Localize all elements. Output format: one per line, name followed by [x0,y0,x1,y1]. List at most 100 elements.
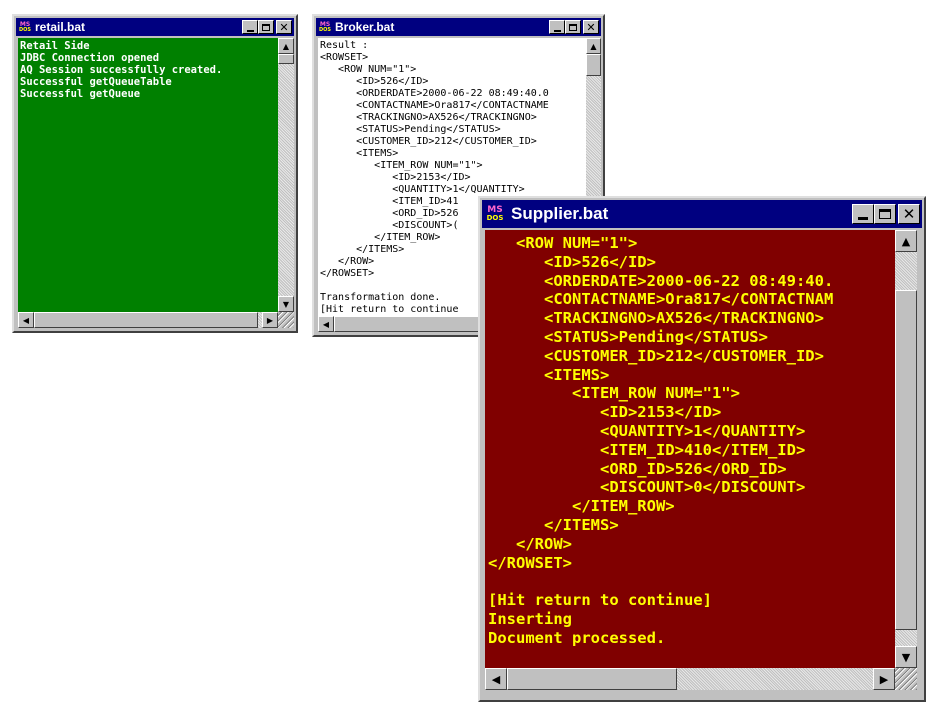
console-line: <ORDERDATE>2000-06-22 08:49:40.0 [320,88,549,99]
scroll-thumb[interactable] [34,312,258,328]
scroll-down-button[interactable]: ▼ [278,296,294,312]
arrow-right-icon: ▶ [879,672,889,686]
console-line: </ROW> [488,534,572,553]
console-line: Result : [320,40,369,51]
retail-horizontal-scrollbar[interactable]: ◀ ▶ [18,312,278,328]
arrow-left-icon: ◀ [491,672,501,686]
maximize-button[interactable] [258,20,274,34]
supplier-window: MS DOS Supplier.bat ✕ <ROW NUM="1"> <ID>… [478,196,926,702]
console-line: <ID>2153</ID> [320,172,471,183]
console-line: <STATUS>Pending</STATUS> [320,124,501,135]
arrow-up-icon: ▲ [590,41,597,51]
console-line: <CONTACTNAME>Ora817</CONTACTNAM [488,290,834,309]
console-line: <CONTACTNAME>Ora817</CONTACTNAME [320,100,549,111]
supplier-title: Supplier.bat [511,204,609,223]
console-line: </ITEMS> [488,515,619,534]
supplier-titlebar[interactable]: MS DOS Supplier.bat ✕ [482,200,922,228]
arrow-up-icon: ▲ [282,41,290,51]
ms-dos-icon: MS DOS [318,19,332,35]
minimize-button[interactable] [242,20,258,34]
console-line: <DISCOUNT>0</DISCOUNT> [488,478,806,497]
console-line: </ITEM_ROW> [488,497,675,516]
scroll-up-button[interactable]: ▲ [895,230,917,252]
maximize-button[interactable] [565,20,581,34]
retail-console[interactable]: Retail Side JDBC Connection opened AQ Sess… [18,38,278,312]
minimize-icon [858,217,868,220]
console-line: <CUSTOMER_ID>212</CUSTOMER_ID> [320,136,537,147]
console-line: <ROWSET> [320,52,369,63]
retail-output: Retail Side JDBC Connection opened AQ Sess… [20,40,276,100]
broker-title: Broker.bat [335,20,395,34]
console-line: </ROWSET> [488,553,572,572]
retail-titlebar[interactable]: MS DOS retail.bat ✕ [16,18,294,36]
console-line: <ID>526</ID> [488,252,656,271]
resize-grip-icon[interactable] [278,312,294,328]
console-line: <QUANTITY>1</QUANTITY> [320,184,525,195]
console-line: <ORDERDATE>2000-06-22 08:49:40. [488,271,834,290]
scroll-thumb[interactable] [334,316,484,332]
close-button[interactable]: ✕ [276,20,292,34]
ms-dos-icon: MS DOS [484,202,506,226]
console-line: <ITEMS> [320,148,399,159]
maximize-button[interactable] [874,204,896,224]
scroll-down-button[interactable]: ▼ [895,646,917,668]
minimize-button[interactable] [852,204,874,224]
scroll-left-button[interactable]: ◀ [318,316,334,332]
console-line: Successful getQueueTable [20,76,172,88]
console-line: JDBC Connection opened [20,52,160,64]
console-line: <STATUS>Pending</STATUS> [488,327,768,346]
console-line: <QUANTITY>1</QUANTITY> [488,421,806,440]
retail-window: MS DOS retail.bat ✕ Retail Side JDBC Conn… [12,14,298,333]
console-line: <CUSTOMER_ID>212</CUSTOMER_ID> [488,346,824,365]
supplier-console[interactable]: <ROW NUM="1"> <ID>526</ID> <ORDERDATE>20… [485,230,895,668]
console-line: <ROW NUM="1"> [320,64,417,75]
scroll-left-button[interactable]: ◀ [485,668,507,690]
console-line: AQ Session successfully created. [20,64,223,76]
scroll-right-button[interactable]: ▶ [262,312,278,328]
retail-title: retail.bat [35,20,86,34]
arrow-down-icon: ▼ [282,299,290,309]
retail-vertical-scrollbar[interactable]: ▲ ▼ [278,38,294,312]
arrow-down-icon: ▼ [901,650,911,664]
supplier-horizontal-scrollbar[interactable]: ◀ ▶ [485,668,895,690]
minimize-icon [246,29,254,32]
close-button[interactable]: ✕ [898,204,920,224]
arrow-left-icon: ◀ [22,315,30,325]
console-line: <ORD_ID>526</ORD_ID> [488,459,787,478]
scroll-up-button[interactable]: ▲ [278,38,294,54]
console-line: Successful getQueue [20,88,141,100]
console-line: <ITEM_ID>410</ITEM_ID> [488,440,806,459]
scroll-up-button[interactable]: ▲ [586,38,601,54]
ms-dos-icon: MS DOS [18,19,32,35]
scroll-thumb[interactable] [507,668,677,690]
arrow-left-icon: ◀ [322,319,330,329]
console-line: Retail Side [20,40,90,52]
close-icon: ✕ [902,205,916,223]
resize-grip-icon[interactable] [895,668,917,690]
console-line: <ITEMS> [488,365,610,384]
console-line: <ROW NUM="1"> [488,234,638,252]
console-line: <ITEM_ROW NUM="1"> [488,384,740,403]
scroll-thumb[interactable] [278,54,294,64]
console-line: <ID>526</ID> [320,76,429,87]
console-line: Document processed. [488,628,666,647]
scroll-left-button[interactable]: ◀ [18,312,34,328]
supplier-vertical-scrollbar[interactable]: ▲ ▼ [895,230,917,668]
arrow-up-icon: ▲ [901,234,911,248]
close-button[interactable]: ✕ [583,20,599,34]
maximize-icon [262,23,270,31]
arrow-right-icon: ▶ [266,315,274,325]
console-line: <ITEM_ROW NUM="1"> [320,160,483,171]
console-line: Inserting [488,609,572,628]
broker-titlebar[interactable]: MS DOS Broker.bat ✕ [316,18,601,36]
minimize-icon [553,29,561,32]
console-line: <ID>2153</ID> [488,403,722,422]
scroll-thumb[interactable] [586,54,601,76]
scroll-thumb[interactable] [895,290,917,630]
minimize-button[interactable] [549,20,565,34]
maximize-icon [569,23,577,31]
console-line: <TRACKINGNO>AX526</TRACKINGNO> [320,112,537,123]
scroll-right-button[interactable]: ▶ [873,668,895,690]
console-line: [Hit return to continue] [488,591,712,610]
